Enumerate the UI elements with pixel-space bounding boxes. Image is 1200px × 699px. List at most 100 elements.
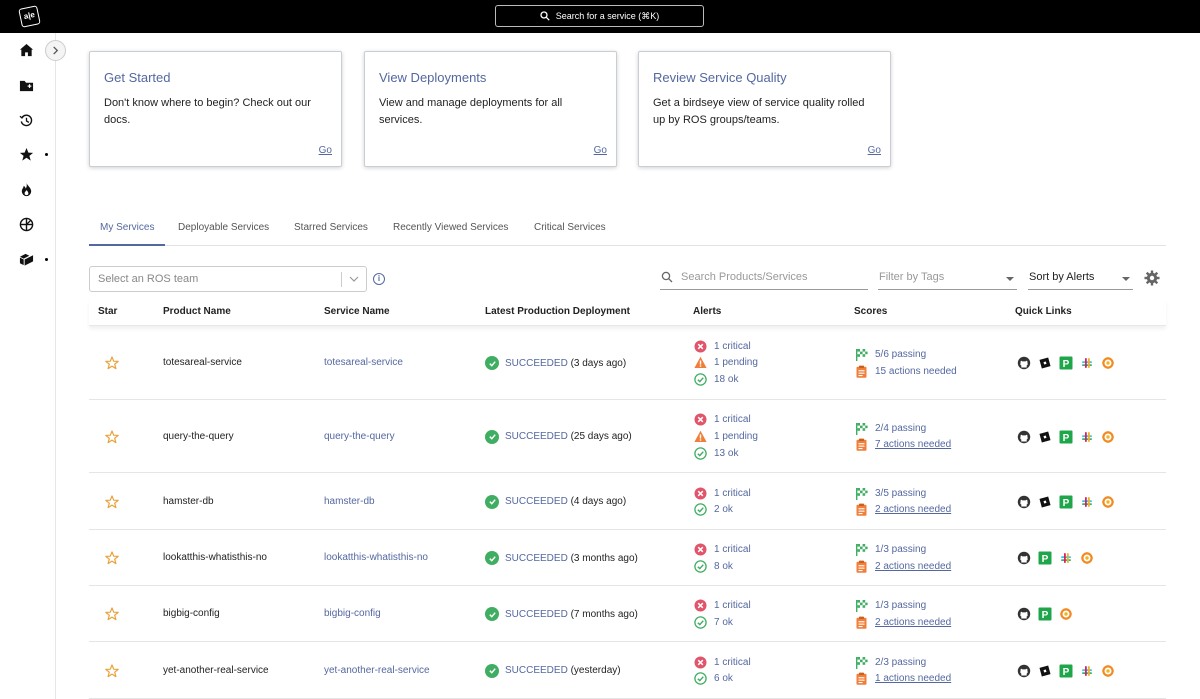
grafana-link[interactable]: [1101, 495, 1115, 509]
roblox-link[interactable]: [1038, 664, 1052, 678]
pagerduty-link[interactable]: P: [1059, 430, 1073, 444]
github-link[interactable]: [1017, 356, 1031, 370]
tab-recently-viewed-services[interactable]: Recently Viewed Services: [393, 217, 508, 246]
tab-deployable-services[interactable]: Deployable Services: [178, 217, 269, 246]
actions-needed-link[interactable]: 15 actions needed: [855, 363, 957, 380]
actions-needed-link[interactable]: 1 actions needed: [855, 670, 951, 687]
service-name-link[interactable]: lookatthis-whatisthis-no: [324, 552, 428, 563]
sidebar-item-cube[interactable]: [17, 250, 35, 268]
passing-count: 2/3 passing: [875, 656, 927, 668]
sort-select[interactable]: Sort by Alerts: [1028, 266, 1133, 290]
alert-critical-link[interactable]: 1 critical: [694, 411, 758, 428]
pagerduty-link[interactable]: P: [1038, 607, 1052, 621]
slack-link[interactable]: [1080, 664, 1094, 678]
alert-critical-link[interactable]: 1 critical: [694, 597, 751, 614]
tab-my-services[interactable]: My Services: [89, 217, 166, 246]
alert-ok-link[interactable]: 2 ok: [694, 501, 751, 518]
service-search-button[interactable]: Search for a service (⌘K): [495, 5, 704, 27]
deployment-status-link[interactable]: SUCCEEDED: [505, 496, 568, 507]
grafana-link[interactable]: [1101, 430, 1115, 444]
grafana-link[interactable]: [1101, 664, 1115, 678]
deployment-status-link[interactable]: SUCCEEDED: [505, 665, 568, 676]
grafana-link[interactable]: [1080, 551, 1094, 565]
deployment-status-link[interactable]: SUCCEEDED: [505, 609, 568, 620]
tab-starred-services[interactable]: Starred Services: [294, 217, 368, 246]
passing-scores-link[interactable]: 1/3 passing: [855, 541, 951, 558]
app-logo[interactable]: a|e: [18, 5, 41, 28]
card-go-link[interactable]: Go: [868, 145, 881, 156]
info-icon[interactable]: i: [373, 273, 385, 285]
actions-needed-link[interactable]: 2 actions needed: [855, 558, 951, 575]
actions-needed-link[interactable]: 2 actions needed: [855, 501, 951, 518]
star-icon[interactable]: [105, 356, 119, 370]
alert-pending-link[interactable]: 1 pending: [694, 355, 758, 372]
actions-needed-link[interactable]: 2 actions needed: [855, 614, 951, 631]
star-icon[interactable]: [105, 429, 119, 444]
tab-critical-services[interactable]: Critical Services: [534, 217, 606, 246]
slack-link[interactable]: [1080, 495, 1094, 509]
github-link[interactable]: [1017, 551, 1031, 565]
deployment-status-link[interactable]: SUCCEEDED: [505, 553, 568, 564]
card-go-link[interactable]: Go: [594, 145, 607, 156]
alert-critical-link[interactable]: 1 critical: [694, 654, 751, 671]
passing-scores-link[interactable]: 2/4 passing: [855, 420, 951, 437]
deployment-status-link[interactable]: SUCCEEDED: [505, 358, 568, 369]
star-icon[interactable]: [105, 551, 119, 565]
product-name: totesareal-service: [163, 357, 242, 368]
service-name-link[interactable]: totesareal-service: [324, 357, 403, 368]
pagerduty-link[interactable]: P: [1059, 495, 1073, 509]
tags-filter-select[interactable]: Filter by Tags: [878, 266, 1017, 290]
service-name-link[interactable]: hamster-db: [324, 496, 375, 507]
service-name-link[interactable]: bigbig-config: [324, 608, 381, 619]
sidebar-item-globe[interactable]: [17, 215, 35, 233]
ros-team-select[interactable]: Select an ROS team: [89, 266, 367, 292]
gear-icon[interactable]: [1144, 270, 1160, 286]
ok-check-icon-glyph: [694, 373, 707, 386]
alert-critical-link[interactable]: 1 critical: [694, 485, 751, 502]
sidebar-item-folder-add[interactable]: [17, 76, 35, 94]
slack-link[interactable]: [1080, 356, 1094, 370]
alert-count: 2 ok: [714, 504, 733, 516]
sidebar-item-star[interactable]: [17, 145, 35, 163]
sidebar: [0, 33, 56, 699]
star-icon[interactable]: [105, 494, 119, 509]
alert-pending-link[interactable]: 1 pending: [694, 428, 758, 445]
roblox-link[interactable]: [1038, 356, 1052, 370]
github-link[interactable]: [1017, 430, 1031, 444]
pagerduty-link[interactable]: P: [1059, 356, 1073, 370]
sidebar-item-history[interactable]: [17, 111, 35, 129]
service-name-link[interactable]: yet-another-real-service: [324, 665, 430, 676]
alert-ok-link[interactable]: 18 ok: [694, 371, 758, 388]
roblox-link[interactable]: [1038, 430, 1052, 444]
sidebar-item-fire[interactable]: [17, 180, 35, 198]
passing-scores-link[interactable]: 2/3 passing: [855, 654, 951, 671]
expand-sidebar-button[interactable]: [45, 40, 66, 61]
passing-scores-link[interactable]: 1/3 passing: [855, 597, 951, 614]
github-link[interactable]: [1017, 607, 1031, 621]
alert-ok-link[interactable]: 6 ok: [694, 670, 751, 687]
github-link[interactable]: [1017, 664, 1031, 678]
alert-ok-link[interactable]: 7 ok: [694, 614, 751, 631]
card-go-link[interactable]: Go: [319, 145, 332, 156]
deployment-status-link[interactable]: SUCCEEDED: [505, 431, 568, 442]
passing-scores-link[interactable]: 5/6 passing: [855, 346, 957, 363]
pagerduty-link[interactable]: P: [1038, 551, 1052, 565]
product-search-input[interactable]: Search Products/Services: [660, 266, 868, 290]
star-icon[interactable]: [105, 607, 119, 621]
service-name-link[interactable]: query-the-query: [324, 431, 395, 442]
roblox-link[interactable]: [1038, 495, 1052, 509]
alert-ok-link[interactable]: 13 ok: [694, 445, 758, 462]
actions-needed-link[interactable]: 7 actions needed: [855, 436, 951, 453]
alert-critical-link[interactable]: 1 critical: [694, 541, 751, 558]
alert-ok-link[interactable]: 8 ok: [694, 558, 751, 575]
slack-link[interactable]: [1059, 551, 1073, 565]
grafana-link[interactable]: [1059, 607, 1073, 621]
sidebar-item-home[interactable]: [17, 41, 35, 59]
passing-scores-link[interactable]: 3/5 passing: [855, 485, 951, 502]
grafana-link[interactable]: [1101, 356, 1115, 370]
slack-link[interactable]: [1080, 430, 1094, 444]
pagerduty-link[interactable]: P: [1059, 664, 1073, 678]
github-link[interactable]: [1017, 495, 1031, 509]
alert-critical-link[interactable]: 1 critical: [694, 338, 758, 355]
star-icon[interactable]: [105, 663, 119, 678]
